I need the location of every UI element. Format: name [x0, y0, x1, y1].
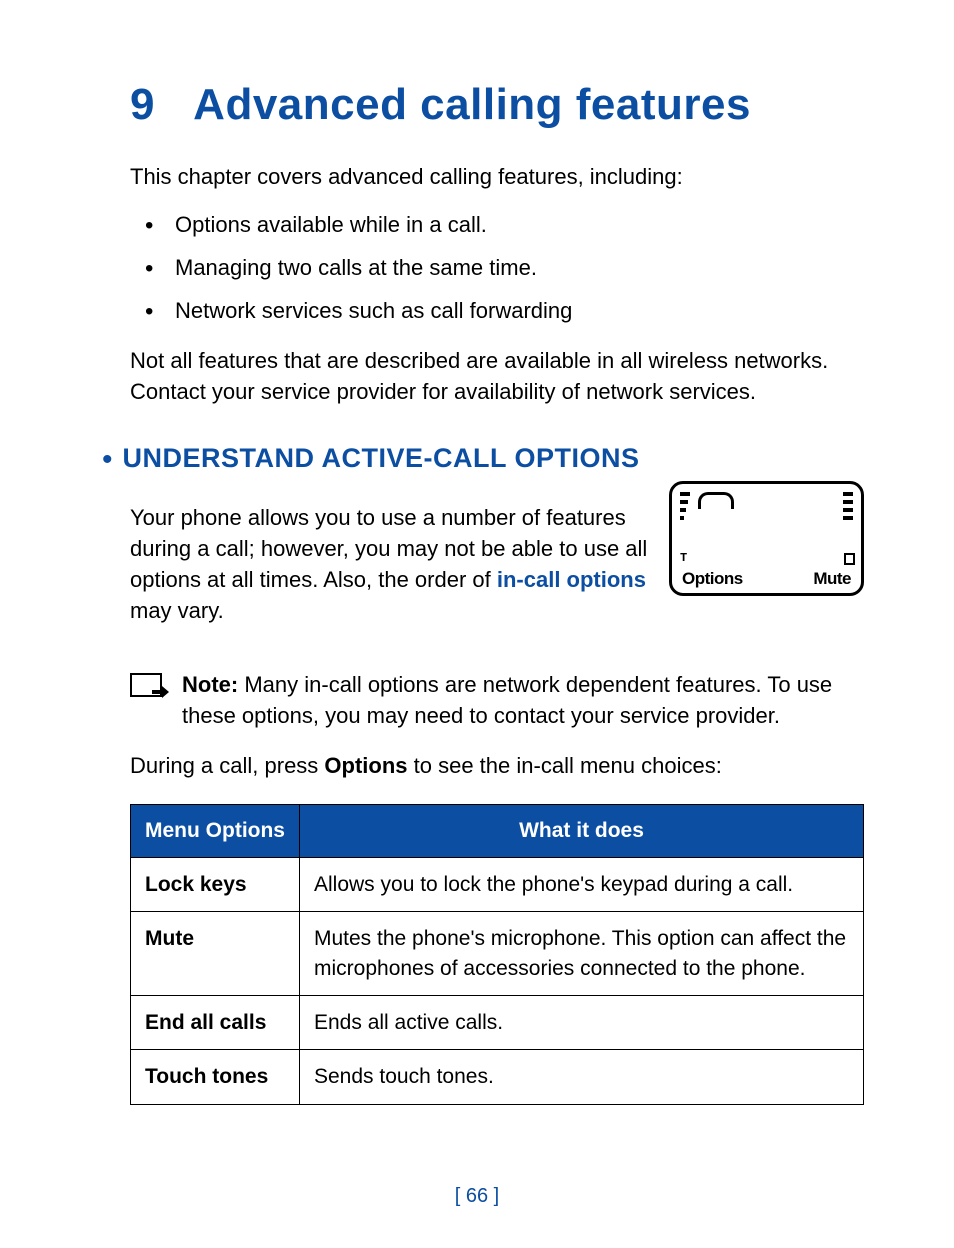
signal-bars-icon: [680, 492, 690, 520]
after-note-pre: During a call, press: [130, 753, 324, 778]
options-key-label: Options: [324, 753, 407, 778]
phone-screen-illustration: T Options Mute: [669, 481, 864, 596]
table-header-desc: What it does: [300, 804, 864, 857]
options-table: Menu Options What it does Lock keys Allo…: [130, 804, 864, 1105]
chapter-number: 9: [130, 80, 155, 129]
option-desc: Ends all active calls.: [300, 996, 864, 1050]
in-call-options-link[interactable]: in-call options: [497, 567, 646, 592]
antenna-icon: T: [680, 551, 687, 565]
option-name: Mute: [131, 912, 300, 996]
after-note-paragraph: During a call, press Options to see the …: [130, 751, 864, 782]
list-item: Managing two calls at the same time.: [175, 246, 864, 289]
page-number: [ 66 ]: [0, 1185, 954, 1208]
after-note-post: to see the in-call menu choices:: [408, 753, 722, 778]
intro-note-paragraph: Not all features that are described are …: [130, 346, 864, 408]
battery-base-icon: [844, 553, 855, 565]
list-item: Options available while in a call.: [175, 203, 864, 246]
intro-bullet-list: Options available while in a call. Manag…: [130, 203, 864, 332]
table-row: Touch tones Sends touch tones.: [131, 1050, 864, 1104]
option-desc: Allows you to lock the phone's keypad du…: [300, 857, 864, 911]
section-text-post: may vary.: [130, 598, 224, 623]
note-text: Note: Many in-call options are network d…: [182, 669, 864, 731]
phone-softkey-right: Mute: [813, 569, 851, 589]
table-row: Lock keys Allows you to lock the phone's…: [131, 857, 864, 911]
table-row: Mute Mutes the phone's microphone. This …: [131, 912, 864, 996]
chapter-title-text: Advanced calling features: [193, 80, 751, 129]
option-desc: Sends touch tones.: [300, 1050, 864, 1104]
handset-icon: [698, 492, 734, 509]
intro-paragraph: This chapter covers advanced calling fea…: [130, 162, 864, 193]
list-item: Network services such as call forwarding: [175, 289, 864, 332]
chapter-title: 9 Advanced calling features: [130, 80, 864, 130]
section-paragraph: Your phone allows you to use a number of…: [130, 503, 651, 626]
table-header-menu: Menu Options: [131, 804, 300, 857]
section-heading: UNDERSTAND ACTIVE-CALL OPTIONS: [123, 443, 640, 474]
note-icon: [130, 673, 166, 697]
battery-bars-icon: [843, 492, 853, 520]
option-name: Lock keys: [131, 857, 300, 911]
phone-softkey-left: Options: [682, 569, 743, 589]
note-label: Note:: [182, 672, 238, 697]
section-bullet-icon: •: [102, 445, 113, 475]
option-desc: Mutes the phone's microphone. This optio…: [300, 912, 864, 996]
option-name: Touch tones: [131, 1050, 300, 1104]
note-body: Many in-call options are network depende…: [182, 672, 832, 728]
option-name: End all calls: [131, 996, 300, 1050]
table-row: End all calls Ends all active calls.: [131, 996, 864, 1050]
